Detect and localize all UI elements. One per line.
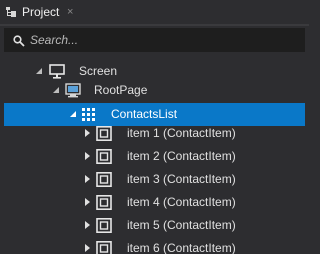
- tree-node-item[interactable]: item 5 (ContactItem): [0, 214, 309, 237]
- tree-node-label: item 2 (ContactItem): [127, 149, 236, 163]
- square-node-icon: [96, 195, 112, 210]
- tree-node-rootpage[interactable]: RootPage: [0, 79, 309, 102]
- tree-node-label: Screen: [79, 64, 118, 78]
- collapse-arrow-icon[interactable]: [83, 244, 91, 252]
- expand-arrow-icon[interactable]: [52, 86, 60, 94]
- tree-node-item[interactable]: item 2 (ContactItem): [0, 145, 309, 168]
- tree-node-item[interactable]: item 4 (ContactItem): [0, 191, 309, 214]
- square-node-icon: [96, 149, 112, 164]
- search-input[interactable]: [30, 31, 290, 49]
- tab-project[interactable]: Project ×: [0, 0, 83, 24]
- search-box: [4, 28, 305, 52]
- tree-node-label: item 6 (ContactItem): [127, 241, 236, 254]
- page-icon: [65, 83, 81, 98]
- tree-node-label: item 4 (ContactItem): [127, 195, 236, 209]
- tab-label: Project: [22, 5, 60, 19]
- tree-node-item[interactable]: item 3 (ContactItem): [0, 168, 309, 191]
- tree-node-item[interactable]: item 1 (ContactItem): [0, 122, 309, 145]
- expand-arrow-icon[interactable]: [35, 67, 43, 75]
- collapse-arrow-icon[interactable]: [83, 152, 91, 160]
- collapse-arrow-icon[interactable]: [83, 198, 91, 206]
- close-icon[interactable]: ×: [67, 5, 73, 19]
- tree-node-label: RootPage: [94, 83, 148, 97]
- collapse-arrow-icon[interactable]: [83, 175, 91, 183]
- square-node-icon: [96, 218, 112, 233]
- monitor-icon: [49, 64, 65, 79]
- tree-node-label: item 3 (ContactItem): [127, 172, 236, 186]
- search-icon: [13, 35, 25, 47]
- tree-node-label: ContactsList: [111, 107, 178, 121]
- expand-arrow-icon[interactable]: [69, 110, 77, 118]
- project-panel: Project × Screen: [0, 0, 309, 254]
- square-node-icon: [96, 241, 112, 254]
- tree-node-label: item 1 (ContactItem): [127, 126, 236, 140]
- tab-bar: Project ×: [0, 0, 309, 24]
- collapse-arrow-icon[interactable]: [83, 221, 91, 229]
- square-node-icon: [96, 172, 112, 187]
- tab-divider: [0, 24, 309, 26]
- tree-node-label: item 5 (ContactItem): [127, 218, 236, 232]
- square-node-icon: [96, 126, 112, 141]
- tree-node-item[interactable]: item 6 (ContactItem): [0, 237, 309, 254]
- project-tree-icon: [6, 7, 16, 17]
- collapse-arrow-icon[interactable]: [83, 129, 91, 137]
- grid-list-icon: [82, 108, 95, 121]
